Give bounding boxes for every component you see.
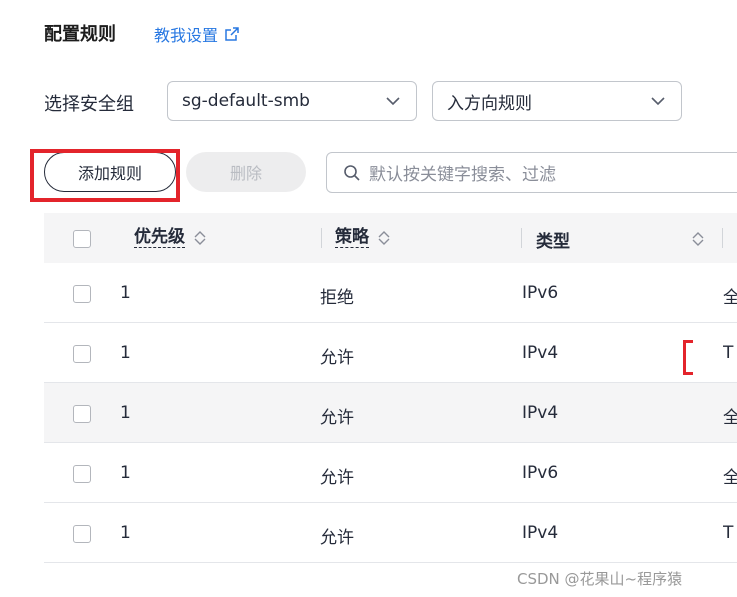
cell-truncated: 全: [723, 408, 737, 428]
column-divider: [722, 228, 723, 248]
cell-priority: 1: [120, 463, 131, 483]
cell-truncated: 全: [723, 288, 737, 308]
cell-policy: 拒绝: [320, 288, 354, 308]
cell-type: IPv6: [522, 463, 559, 483]
sort-icon[interactable]: [691, 231, 705, 247]
cell-policy: 允许: [320, 348, 354, 368]
cell-truncated: 全: [723, 468, 737, 488]
cell-priority: 1: [120, 283, 131, 303]
page-title: 配置规则: [44, 24, 116, 45]
column-label: 优先级: [134, 227, 185, 248]
search-icon: [344, 164, 360, 181]
cell-truncated: T: [723, 523, 734, 543]
table-row[interactable]: 1 允许 IPv6 全: [44, 443, 737, 503]
help-link-label: 教我设置: [154, 26, 219, 45]
row-checkbox[interactable]: [73, 465, 91, 483]
cell-policy: 允许: [320, 528, 354, 548]
row-checkbox[interactable]: [73, 525, 91, 543]
table-row[interactable]: 1 允许 IPv4 全: [44, 383, 737, 443]
column-label: 策略: [335, 227, 369, 248]
direction-select[interactable]: 入方向规则: [432, 81, 682, 121]
cell-priority: 1: [120, 523, 131, 543]
cell-type: IPv4: [522, 343, 559, 363]
direction-value: 入方向规则: [447, 93, 532, 114]
cell-policy: 允许: [320, 468, 354, 488]
column-divider: [321, 228, 322, 248]
table-row[interactable]: 1 允许 IPv4 T: [44, 503, 737, 563]
highlight-annotation: [683, 340, 693, 375]
search-input[interactable]: 默认按关键字搜索、过滤: [326, 152, 737, 193]
security-group-label: 选择安全组: [44, 94, 134, 115]
cell-type: IPv4: [522, 403, 559, 423]
row-checkbox[interactable]: [73, 345, 91, 363]
table-row[interactable]: 1 拒绝 IPv6 全: [44, 263, 737, 323]
highlight-annotation: [30, 149, 180, 202]
cell-type: IPv6: [522, 283, 559, 303]
sort-icon[interactable]: [377, 230, 391, 246]
cell-truncated: T: [723, 343, 734, 363]
column-type[interactable]: 类型: [536, 227, 570, 252]
column-priority[interactable]: 优先级: [134, 227, 207, 248]
chevron-down-icon: [651, 97, 665, 106]
chevron-down-icon: [386, 97, 400, 106]
cell-priority: 1: [120, 403, 131, 423]
external-link-icon: [225, 27, 239, 41]
delete-button[interactable]: 删除: [186, 152, 306, 192]
column-policy[interactable]: 策略: [335, 227, 391, 248]
watermark: CSDN @花果山~程序猿: [517, 570, 683, 588]
table-row[interactable]: 1 允许 IPv4 T: [44, 323, 737, 383]
cell-priority: 1: [120, 343, 131, 363]
column-divider: [521, 228, 522, 248]
sort-icon[interactable]: [193, 230, 207, 246]
help-link[interactable]: 教我设置: [154, 22, 240, 46]
table-header: 优先级 策略 类型: [44, 213, 737, 263]
cell-policy: 允许: [320, 408, 354, 428]
search-placeholder: 默认按关键字搜索、过滤: [369, 165, 556, 185]
select-all-checkbox[interactable]: [73, 230, 91, 248]
rules-table: 优先级 策略 类型 1 拒绝 IPv6 全 1 允许 IPv4 T 1 允许 I…: [44, 213, 737, 563]
row-checkbox[interactable]: [73, 285, 91, 303]
security-group-value: sg-default-smb: [182, 91, 310, 111]
column-label: 类型: [536, 232, 570, 252]
cell-type: IPv4: [522, 523, 559, 543]
security-group-select[interactable]: sg-default-smb: [167, 81, 417, 121]
row-checkbox[interactable]: [73, 405, 91, 423]
